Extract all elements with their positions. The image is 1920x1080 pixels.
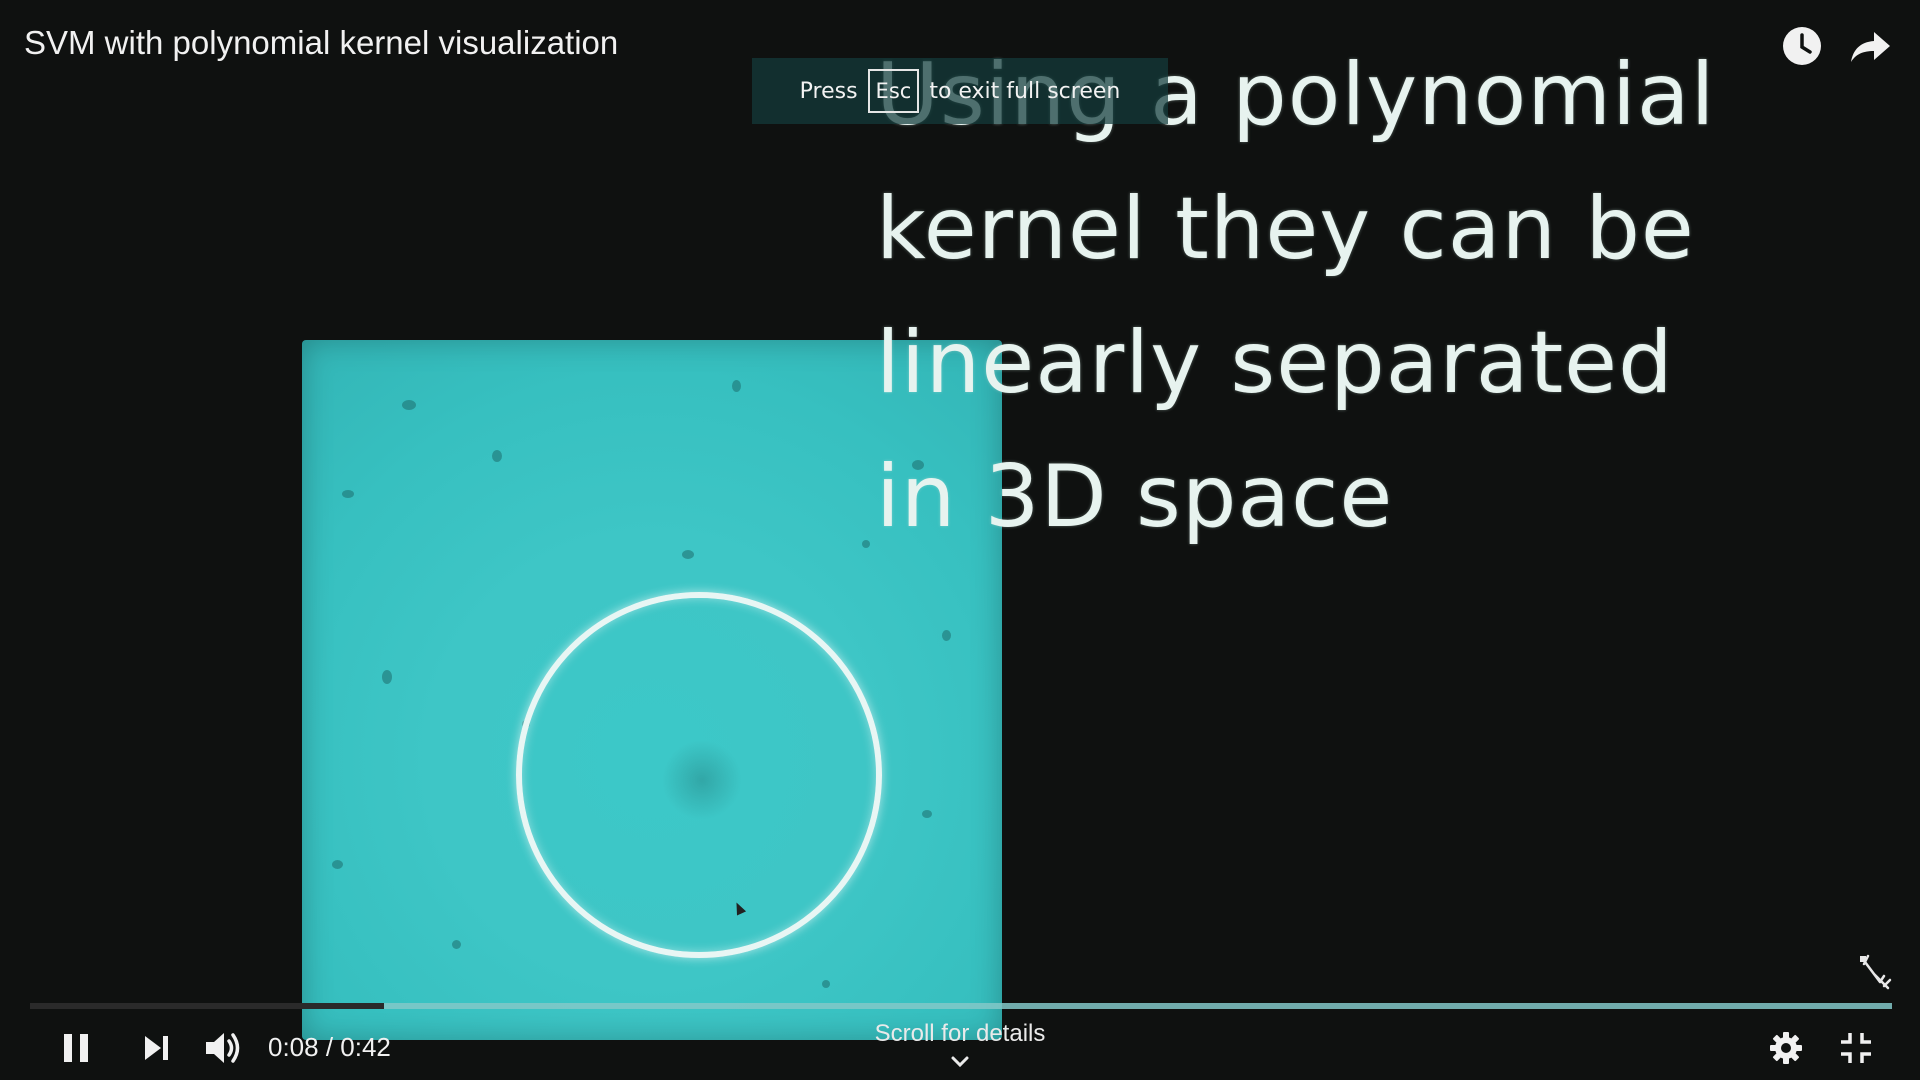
player-controls: 0:08 / 0:42 Scroll for details xyxy=(0,1012,1920,1080)
fullscreen-exit-toast: Press Esc to exit full screen xyxy=(752,58,1168,124)
gear-icon xyxy=(1770,1032,1802,1064)
chevron-down-icon[interactable] xyxy=(948,1052,972,1072)
toast-message: to exit full screen xyxy=(929,78,1121,104)
settings-button[interactable] xyxy=(1764,1026,1808,1070)
clock-icon[interactable] xyxy=(1780,24,1824,68)
time-display: 0:08 / 0:42 xyxy=(268,1032,391,1062)
volume-button[interactable] xyxy=(202,1026,246,1070)
exit-fullscreen-icon xyxy=(1841,1033,1871,1063)
caption-line: kernel they can be xyxy=(876,179,1695,279)
circular-decision-boundary xyxy=(516,592,882,958)
caption-line: in 3D space xyxy=(876,447,1394,547)
next-icon xyxy=(145,1036,168,1060)
share-arrow-icon[interactable] xyxy=(1848,24,1892,68)
pause-icon xyxy=(64,1034,88,1062)
video-player[interactable]: Using a polynomial kernel they can be li… xyxy=(0,0,1920,1080)
video-title[interactable]: SVM with polynomial kernel visualization xyxy=(24,24,618,62)
exit-fullscreen-button[interactable] xyxy=(1834,1026,1878,1070)
pause-button[interactable] xyxy=(54,1026,98,1070)
next-button[interactable] xyxy=(134,1026,178,1070)
esc-key-label: Esc xyxy=(867,69,920,113)
progress-bar[interactable] xyxy=(30,1003,1892,1009)
annotation-icon[interactable] xyxy=(1854,952,1896,994)
progress-played xyxy=(30,1003,384,1009)
toast-press-label: Press xyxy=(799,78,858,104)
scroll-for-details[interactable]: Scroll for details xyxy=(860,1020,1060,1048)
caption-line: linearly separated xyxy=(876,313,1674,413)
volume-icon xyxy=(206,1033,240,1063)
